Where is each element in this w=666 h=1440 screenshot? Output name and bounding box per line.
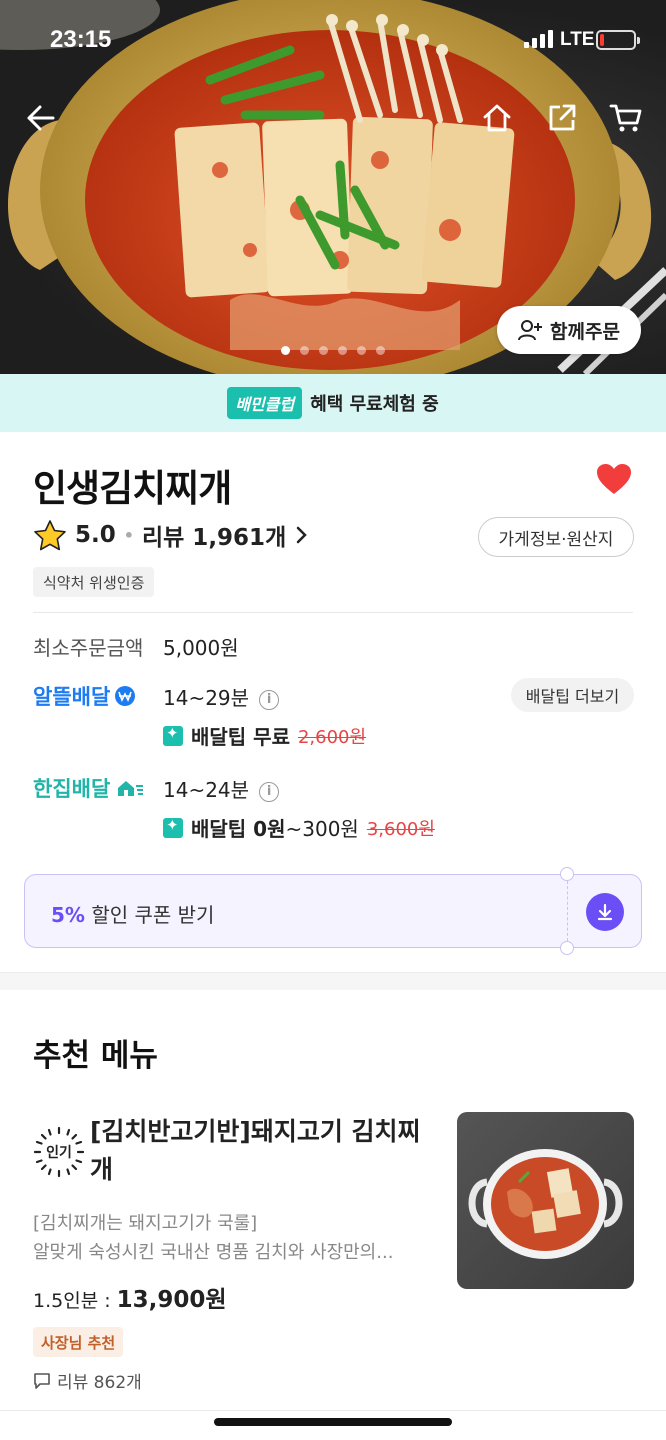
review-count: 리뷰 1,961개	[141, 525, 287, 551]
divider	[0, 1410, 666, 1411]
min-order-value: 5,000원	[163, 636, 239, 660]
menu-item-price-value: 13,900원	[116, 1287, 227, 1313]
chevron-right-icon	[296, 526, 308, 544]
separator-dot: •	[123, 525, 134, 545]
rating-value: 5.0	[75, 522, 116, 548]
pager-dot	[357, 346, 366, 355]
cart-icon	[609, 104, 642, 132]
hanjip-time-text: 14~24분	[163, 778, 250, 802]
delivery-tip-more-button[interactable]: 배달팁 더보기	[511, 678, 634, 712]
coupon-download-card[interactable]: 5% 할인 쿠폰 받기	[24, 867, 642, 955]
alddeul-time: 14~29분 i	[163, 682, 280, 711]
pager-dot	[338, 346, 347, 355]
hanjip-tip-label: 배달팁 0원	[191, 817, 286, 841]
group-order-label: 함께주문	[550, 320, 620, 343]
signal-icon	[524, 30, 553, 48]
cart-button[interactable]	[606, 98, 646, 138]
status-bar: 23:15 LTE	[0, 0, 666, 80]
hanjip-time: 14~24분 i	[163, 774, 280, 803]
club-sparkle-icon	[163, 816, 183, 838]
menu-item-review-count: 리뷰 862개	[57, 1373, 142, 1393]
download-icon	[597, 903, 613, 921]
heart-icon	[597, 464, 631, 494]
club-sparkle-icon	[163, 724, 183, 746]
store-info-button[interactable]: 가게정보·원산지	[478, 517, 634, 557]
popular-badge: 인기	[33, 1126, 85, 1178]
menu-item-price: 1.5인분 : 13,900원	[33, 1280, 227, 1314]
coupon-label: 할인 쿠폰 받기	[91, 903, 215, 927]
hanjip-label: 한집배달	[33, 777, 111, 801]
menu-item-desc-line1: [김치찌개는 돼지고기가 국룰]	[33, 1213, 258, 1234]
kimchi-stew-thumbnail	[468, 1149, 623, 1259]
pager-dot	[319, 346, 328, 355]
battery-icon	[596, 30, 640, 50]
min-order-label: 최소주문금액	[33, 636, 144, 660]
pager-dot	[376, 346, 385, 355]
owner-recommend-badge: 사장님 추천	[33, 1327, 124, 1357]
home-button[interactable]	[477, 98, 517, 138]
network-type: LTE	[560, 29, 595, 50]
divider	[33, 612, 633, 613]
add-person-icon	[518, 320, 543, 341]
fast-home-icon	[118, 781, 144, 796]
menu-item-name[interactable]: [김치반고기반]돼지고기 김치찌개	[90, 1113, 440, 1189]
menu-item-desc-line2: 알맞게 숙성시킨 국내산 명품 김치와 사장만의...	[33, 1242, 394, 1263]
home-icon	[483, 104, 511, 132]
alddeul-tip-original: 2,600원	[297, 726, 367, 748]
back-button[interactable]	[20, 98, 60, 138]
baemin-club-banner[interactable]: 배민클럽 혜택 무료체험 중	[0, 374, 666, 432]
alddeul-tip-line: 배달팁 무료 2,600원	[163, 721, 366, 750]
star-icon	[34, 520, 66, 551]
info-icon[interactable]: i	[259, 781, 280, 802]
hanjip-tip-range: ~300원	[285, 817, 359, 841]
pager-dot	[281, 346, 290, 355]
hanjip-tip-original: 3,600원	[366, 818, 435, 840]
status-time: 23:15	[50, 26, 112, 53]
speech-bubble-icon	[34, 1372, 50, 1389]
home-indicator[interactable]	[214, 1418, 452, 1426]
share-button[interactable]	[542, 98, 582, 138]
club-tag: 배민클럽	[227, 387, 303, 419]
alddeul-label: 알뜰배달	[33, 685, 111, 709]
coupon-percent: 5%	[51, 903, 85, 927]
share-icon	[549, 104, 576, 131]
image-pager-dots	[0, 346, 666, 355]
alddeul-tip-label: 배달팁 무료	[191, 725, 290, 749]
alddeul-time-text: 14~29분	[163, 686, 250, 710]
coupon-notch	[560, 941, 574, 955]
coupon-notch	[560, 867, 574, 881]
favorite-button[interactable]	[596, 463, 632, 499]
store-name: 인생김치찌개	[33, 467, 232, 510]
menu-item-reviews: 리뷰 862개	[33, 1368, 142, 1393]
popular-badge-label: 인기	[46, 1145, 72, 1161]
pager-dot	[300, 346, 309, 355]
section-separator	[0, 972, 666, 990]
back-arrow-icon	[27, 105, 55, 131]
menu-item-portion: 1.5인분 :	[33, 1290, 117, 1312]
recommended-menu-title: 추천 메뉴	[33, 1038, 158, 1074]
coupon-download-button[interactable]	[586, 893, 624, 931]
info-icon[interactable]: i	[259, 689, 280, 710]
won-coin-icon	[115, 686, 136, 706]
club-text: 혜택 무료체험 중	[310, 394, 439, 415]
hanjip-delivery-brand: 한집배달	[33, 773, 144, 803]
alddeul-delivery-brand: 알뜰배달	[33, 681, 136, 711]
coupon-divider	[567, 881, 568, 941]
coupon-text: 5% 할인 쿠폰 받기	[51, 899, 214, 928]
hygiene-badge: 식약처 위생인증	[33, 567, 155, 597]
store-hero-image: 23:15 LTE 함께주문	[0, 0, 666, 374]
rating-row[interactable]: 5.0 • 리뷰 1,961개	[33, 518, 308, 552]
menu-item-thumbnail[interactable]	[457, 1112, 634, 1289]
hanjip-tip-line: 배달팁 0원 ~300원 3,600원	[163, 813, 435, 842]
